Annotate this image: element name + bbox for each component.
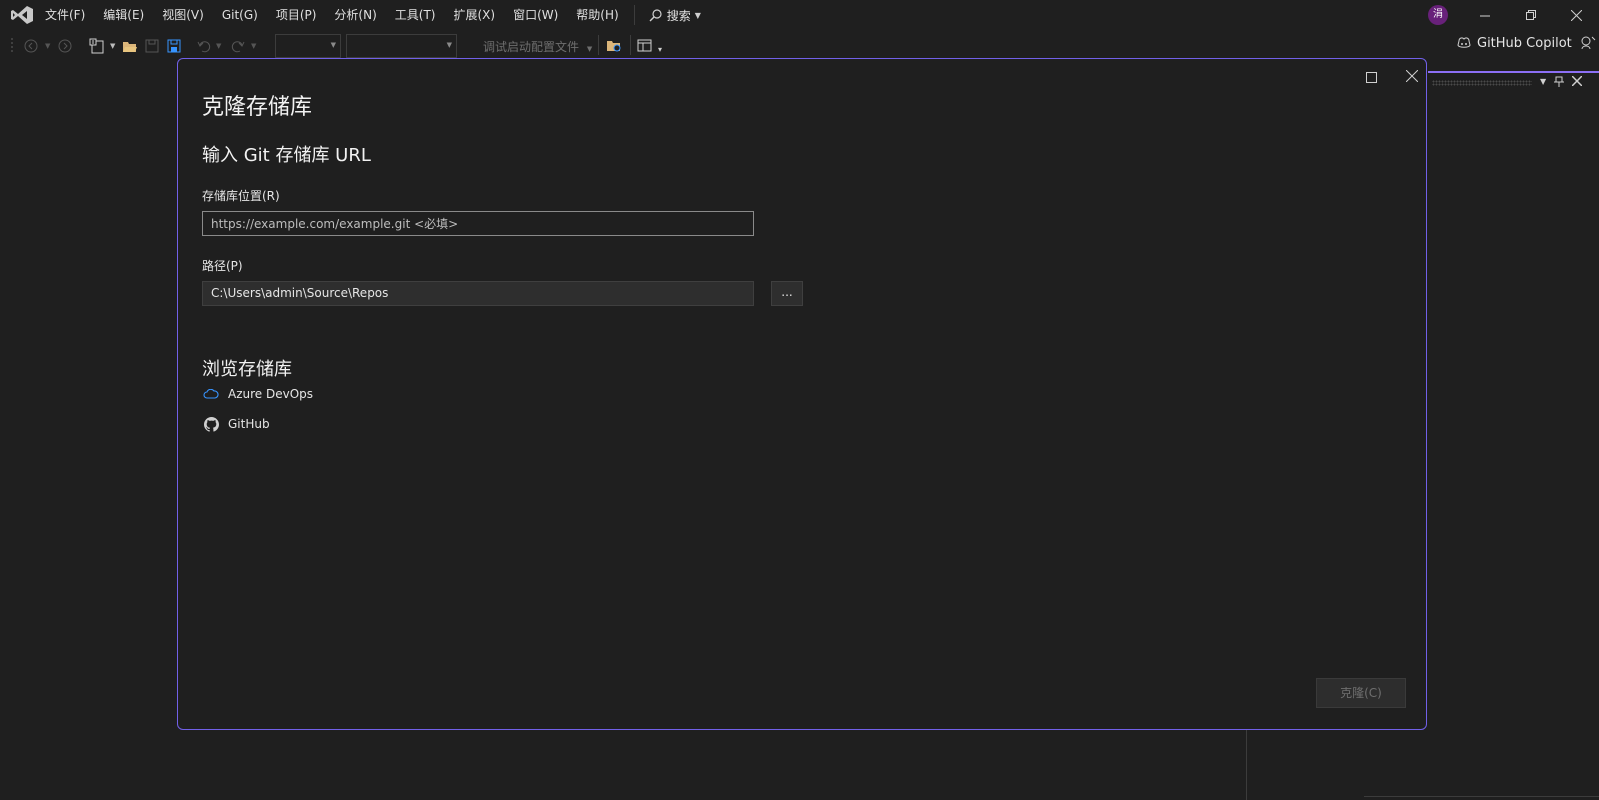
dialog-title: 克隆存储库 bbox=[202, 95, 313, 120]
window-layout-icon bbox=[637, 39, 652, 52]
new-project-button[interactable] bbox=[89, 37, 105, 55]
close-window-button[interactable] bbox=[1553, 0, 1599, 30]
clone-button[interactable]: 克隆(C) bbox=[1316, 678, 1406, 708]
toolbar-divider bbox=[630, 35, 631, 55]
clone-repository-dialog: 克隆存储库 输入 Git 存储库 URL 存储库位置(R) 路径(P) C:\U… bbox=[177, 58, 1427, 730]
browse-path-button[interactable]: ... bbox=[771, 281, 803, 306]
new-dropdown-icon[interactable]: ▼ bbox=[110, 37, 115, 55]
redo-icon bbox=[231, 41, 245, 53]
github-link[interactable]: GitHub bbox=[202, 415, 270, 433]
avatar[interactable]: 涓 bbox=[1428, 5, 1448, 25]
pin-icon[interactable] bbox=[1554, 76, 1565, 88]
undo-dropdown-icon[interactable]: ▼ bbox=[216, 37, 221, 55]
menu-extensions[interactable]: 扩展(X) bbox=[444, 0, 504, 30]
redo-dropdown-icon[interactable]: ▼ bbox=[251, 37, 256, 55]
new-project-icon bbox=[89, 38, 104, 54]
back-button[interactable] bbox=[24, 37, 38, 55]
github-copilot-button[interactable]: GitHub Copilot bbox=[1456, 35, 1596, 51]
close-dialog-button[interactable] bbox=[1403, 67, 1421, 85]
forward-arrow-icon bbox=[58, 39, 72, 53]
repo-url-input[interactable] bbox=[202, 211, 754, 236]
menu-tools[interactable]: 工具(T) bbox=[386, 0, 445, 30]
debug-launch-profile[interactable]: 调试启动配置文件 ▼ bbox=[483, 38, 592, 55]
close-icon bbox=[1570, 9, 1582, 21]
main-menu: 文件(F) 编辑(E) 视图(V) Git(G) 项目(P) 分析(N) 工具(… bbox=[36, 0, 709, 30]
debug-launch-label: 调试启动配置文件 bbox=[483, 40, 580, 54]
path-input[interactable]: C:\Users\admin\Source\Repos bbox=[202, 281, 754, 306]
close-icon[interactable] bbox=[1572, 76, 1583, 86]
redo-button[interactable] bbox=[231, 37, 245, 55]
chevron-down-icon: ▼ bbox=[330, 41, 336, 49]
restore-button[interactable] bbox=[1508, 0, 1554, 30]
cloud-icon bbox=[202, 385, 220, 403]
title-bar: 文件(F) 编辑(E) 视图(V) Git(G) 项目(P) 分析(N) 工具(… bbox=[0, 0, 1599, 30]
chevron-down-icon: ▼ bbox=[586, 45, 593, 53]
menu-help[interactable]: 帮助(H) bbox=[567, 0, 627, 30]
minimize-button[interactable] bbox=[1462, 0, 1508, 30]
restore-icon bbox=[1525, 9, 1536, 20]
section-title-browse: 浏览存储库 bbox=[202, 359, 292, 380]
menu-view[interactable]: 视图(V) bbox=[153, 0, 213, 30]
search-label: 搜索 bbox=[666, 8, 691, 23]
save-icon bbox=[145, 39, 159, 53]
undo-button[interactable] bbox=[197, 37, 211, 55]
copilot-icon bbox=[1457, 37, 1471, 48]
feedback-icon[interactable] bbox=[1580, 35, 1596, 51]
menu-project[interactable]: 项目(P) bbox=[267, 0, 326, 30]
close-icon bbox=[1406, 70, 1418, 82]
menu-window[interactable]: 窗口(W) bbox=[504, 0, 567, 30]
menu-divider bbox=[633, 5, 635, 25]
menu-file[interactable]: 文件(F) bbox=[36, 0, 94, 30]
panel-divider bbox=[1364, 796, 1599, 797]
panel-controls: ▼ bbox=[1540, 76, 1583, 88]
toolbar-grip bbox=[10, 37, 14, 55]
path-label: 路径(P) bbox=[202, 259, 243, 273]
back-dropdown-icon[interactable]: ▼ bbox=[45, 37, 50, 55]
platform-select[interactable]: ▼ bbox=[346, 34, 457, 58]
folder-search-icon bbox=[607, 41, 621, 52]
toolbar-overflow-icon[interactable]: ▾ bbox=[658, 45, 662, 54]
maximize-icon bbox=[1365, 71, 1377, 83]
menu-edit[interactable]: 编辑(E) bbox=[94, 0, 153, 30]
toolbar-divider bbox=[598, 35, 599, 55]
save-all-icon bbox=[167, 39, 181, 52]
undo-icon bbox=[197, 41, 211, 53]
active-panel-indicator bbox=[1428, 71, 1599, 73]
chevron-down-icon: ▼ bbox=[446, 41, 452, 49]
copilot-label: GitHub Copilot bbox=[1477, 35, 1572, 51]
menu-git[interactable]: Git(G) bbox=[213, 0, 267, 30]
solution-explorer-button[interactable] bbox=[606, 39, 622, 56]
forward-button[interactable] bbox=[58, 37, 72, 55]
chevron-down-icon: ▼ bbox=[694, 10, 701, 20]
save-button[interactable] bbox=[145, 37, 159, 55]
folder-open-icon bbox=[123, 42, 137, 52]
save-all-button[interactable] bbox=[167, 37, 182, 55]
solution-config-select[interactable]: ▼ bbox=[275, 34, 341, 58]
menu-analyze[interactable]: 分析(N) bbox=[325, 0, 385, 30]
search-icon bbox=[649, 8, 662, 21]
azure-devops-label: Azure DevOps bbox=[228, 387, 314, 401]
github-icon bbox=[202, 415, 220, 433]
search-button[interactable]: 搜索 ▼ bbox=[641, 0, 709, 30]
maximize-dialog-button[interactable] bbox=[1363, 69, 1379, 85]
azure-devops-link[interactable]: Azure DevOps bbox=[202, 385, 313, 403]
section-title-git-url: 输入 Git 存储库 URL bbox=[202, 145, 371, 166]
github-label: GitHub bbox=[228, 417, 270, 431]
window-layout-button[interactable] bbox=[637, 39, 653, 58]
back-arrow-icon bbox=[24, 39, 38, 53]
panel-grip[interactable] bbox=[1432, 80, 1532, 86]
chevron-down-icon[interactable]: ▼ bbox=[1540, 76, 1546, 88]
visual-studio-logo-icon bbox=[11, 6, 33, 24]
minimize-icon bbox=[1479, 15, 1490, 16]
open-file-button[interactable] bbox=[122, 37, 138, 55]
repo-location-label: 存储库位置(R) bbox=[202, 189, 280, 203]
